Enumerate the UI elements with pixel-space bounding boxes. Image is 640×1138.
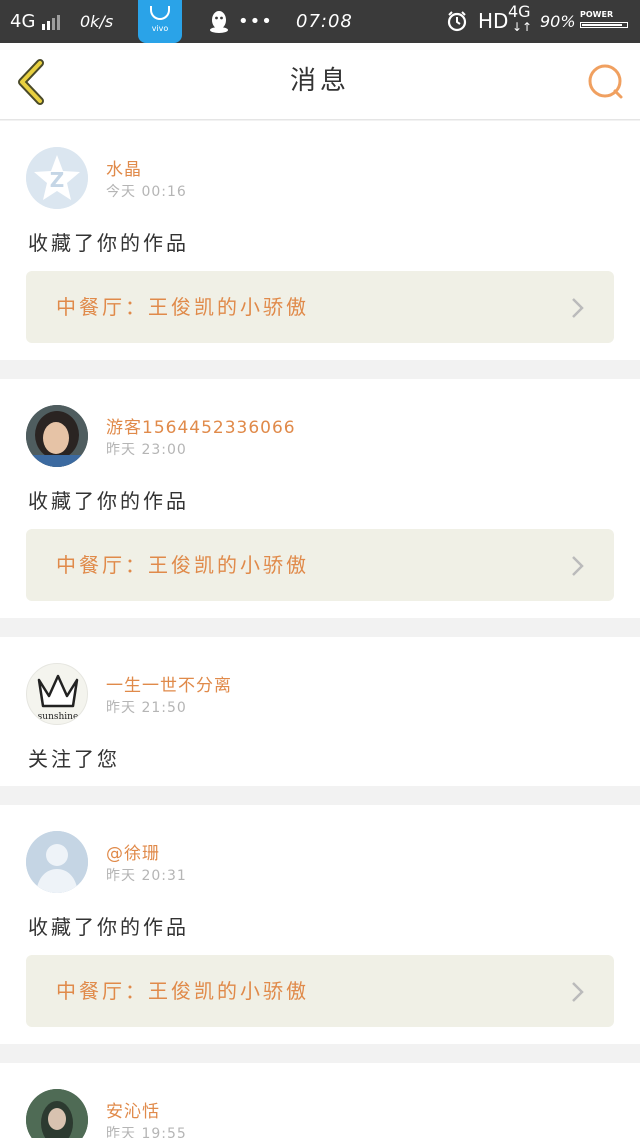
work-link[interactable]: 中餐厅：王俊凯的小骄傲 bbox=[26, 529, 614, 601]
avatar[interactable]: Z bbox=[26, 147, 88, 209]
nav-bar: 消息 bbox=[0, 43, 640, 120]
hd-indicator: HD bbox=[478, 9, 509, 33]
search-icon[interactable] bbox=[586, 62, 626, 102]
user-name[interactable]: @徐珊 bbox=[106, 839, 160, 864]
work-title: 中餐厅：王俊凯的小骄傲 bbox=[56, 553, 309, 577]
vivo-label: vivo bbox=[151, 24, 169, 33]
chevron-right-icon bbox=[572, 556, 584, 576]
message-time: 昨天 20:31 bbox=[106, 868, 187, 884]
work-link[interactable]: 中餐厅：王俊凯的小骄傲 bbox=[26, 271, 614, 343]
qq-icon bbox=[210, 11, 228, 33]
user-name[interactable]: 一生一世不分离 bbox=[106, 671, 232, 696]
message-action: 收藏了你的作品 bbox=[28, 231, 189, 255]
message-action: 收藏了你的作品 bbox=[28, 489, 189, 513]
default-avatar-icon bbox=[26, 831, 88, 893]
crown-icon: sunshine bbox=[38, 674, 79, 722]
clock: 07:08 bbox=[296, 11, 353, 32]
svg-text:Z: Z bbox=[50, 168, 65, 192]
user-photo bbox=[26, 405, 88, 467]
message-action: 收藏了你的作品 bbox=[28, 915, 189, 939]
message-card[interactable]: 游客1564452336066 昨天 23:00 收藏了你的作品 中餐厅：王俊凯… bbox=[0, 379, 640, 618]
battery-percent: 90% bbox=[540, 12, 576, 31]
work-title: 中餐厅：王俊凯的小骄傲 bbox=[56, 979, 309, 1003]
more-notifications-icon: ••• bbox=[238, 11, 273, 32]
message-time: 昨天 21:50 bbox=[106, 700, 187, 716]
signal-icon bbox=[42, 14, 62, 30]
network-speed: 0k/s bbox=[80, 12, 114, 31]
avatar[interactable] bbox=[26, 831, 88, 893]
message-card[interactable]: sunshine 一生一世不分离 昨天 21:50 关注了您 bbox=[0, 637, 640, 786]
user-photo bbox=[26, 1089, 88, 1138]
chevron-right-icon bbox=[572, 982, 584, 1002]
qzone-star-icon: Z bbox=[26, 147, 88, 209]
status-bar: 4G 0k/s vivo ••• 07:08 HD 4G ↓↑ 90% POWE… bbox=[0, 0, 640, 43]
message-time: 昨天 23:00 bbox=[106, 442, 187, 458]
avatar[interactable]: sunshine bbox=[26, 663, 88, 725]
message-card[interactable]: 安沁恬 昨天 19:55 bbox=[0, 1063, 640, 1138]
avatar[interactable] bbox=[26, 1089, 88, 1138]
user-name[interactable]: 水晶 bbox=[106, 155, 142, 180]
message-action: 关注了您 bbox=[28, 747, 120, 771]
user-name[interactable]: 游客1564452336066 bbox=[106, 413, 296, 438]
power-label: POWER bbox=[580, 10, 614, 19]
work-link[interactable]: 中餐厅：王俊凯的小骄傲 bbox=[26, 955, 614, 1027]
chevron-right-icon bbox=[572, 298, 584, 318]
avatar[interactable] bbox=[26, 405, 88, 467]
vivo-store-icon: vivo bbox=[138, 0, 182, 43]
back-icon[interactable] bbox=[14, 59, 50, 105]
message-time: 昨天 19:55 bbox=[106, 1126, 187, 1138]
avatar-text: sunshine bbox=[38, 712, 79, 722]
battery-icon: POWER bbox=[580, 10, 630, 30]
page-title: 消息 bbox=[289, 66, 350, 96]
alarm-icon bbox=[447, 11, 467, 32]
user-name[interactable]: 安沁恬 bbox=[106, 1097, 160, 1122]
work-title: 中餐厅：王俊凯的小骄傲 bbox=[56, 295, 309, 319]
message-card[interactable]: Z 水晶 今天 00:16 收藏了你的作品 中餐厅：王俊凯的小骄傲 bbox=[0, 121, 640, 360]
message-time: 今天 00:16 bbox=[106, 184, 187, 200]
network-type: 4G bbox=[10, 11, 36, 32]
message-card[interactable]: @徐珊 昨天 20:31 收藏了你的作品 中餐厅：王俊凯的小骄傲 bbox=[0, 805, 640, 1044]
